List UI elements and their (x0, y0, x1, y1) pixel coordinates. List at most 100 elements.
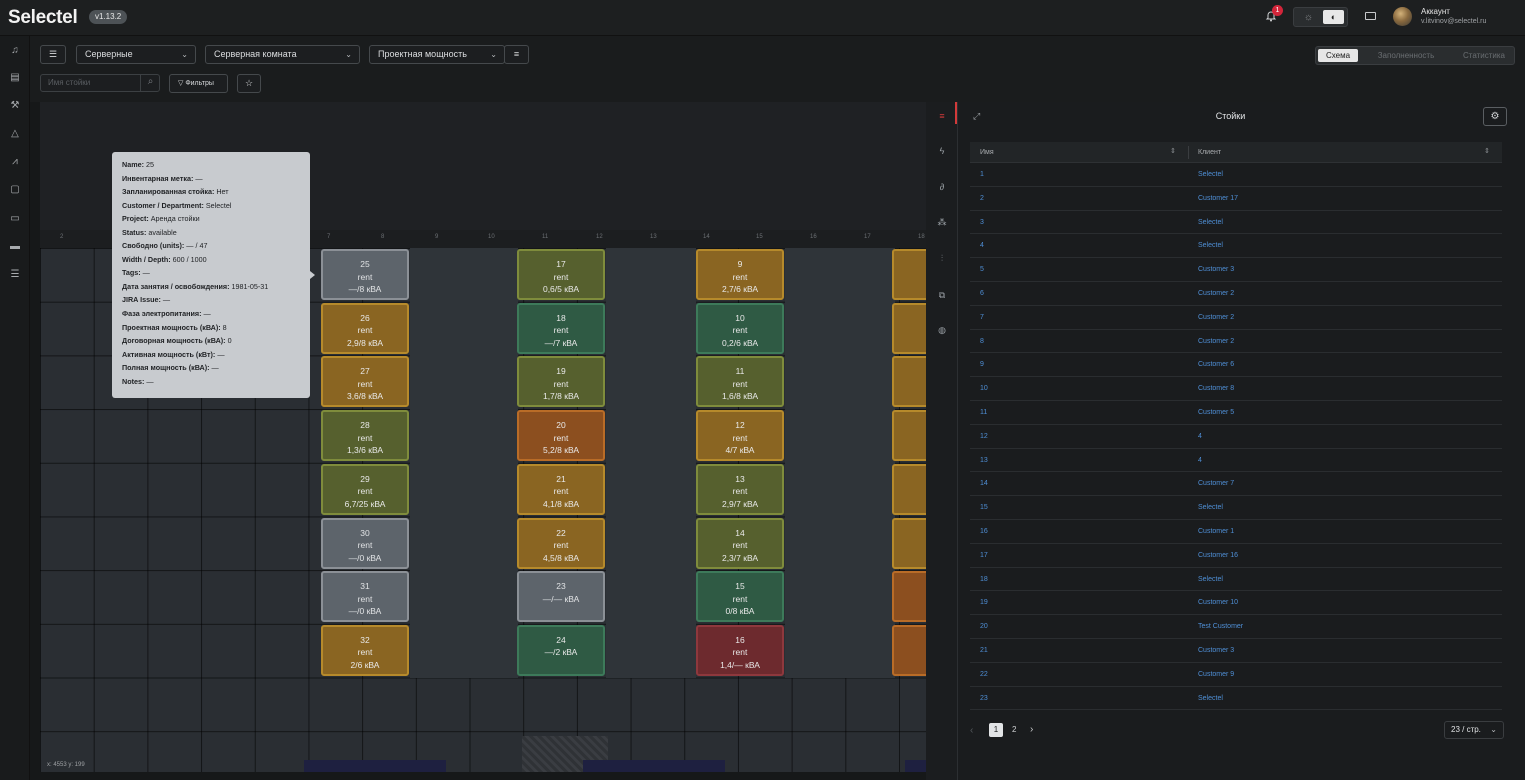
rack-name-link[interactable]: 2 (980, 195, 984, 202)
client-link[interactable]: Selectel (1198, 242, 1223, 249)
map-nav-icon[interactable]: ▤ (9, 72, 21, 84)
rack-25[interactable]: 25 rent —/8 кВА (321, 249, 409, 300)
rack-name-link[interactable]: 3 (980, 219, 984, 226)
table-row[interactable]: 1 Selectel (970, 163, 1502, 187)
rack-11[interactable]: 11 rent 1,6/8 кВА (696, 356, 784, 408)
table-row[interactable]: 14 Customer 7 (970, 472, 1502, 497)
tab-statistics[interactable]: Статистика (1454, 49, 1514, 62)
rack-partial[interactable] (892, 410, 926, 462)
page-1-button[interactable]: 1 (989, 723, 1003, 737)
table-row[interactable]: 2 Customer 17 (970, 187, 1502, 211)
favorite-button[interactable]: ☆ (237, 74, 261, 93)
rack-14[interactable]: 14 rent 2,3/7 кВА (696, 517, 784, 569)
theme-toggle[interactable]: ☼ ◐ (1293, 7, 1348, 27)
avatar[interactable] (1393, 7, 1412, 26)
bolt-tool-icon[interactable]: ϟ (936, 145, 948, 157)
prev-page-icon[interactable]: ‹ (970, 725, 973, 736)
client-link[interactable]: Customer 10 (1198, 599, 1238, 606)
rack-12[interactable]: 12 rent 4/7 кВА (696, 410, 784, 462)
table-row[interactable]: 23 Selectel (970, 687, 1502, 711)
client-link[interactable]: Customer 16 (1198, 552, 1238, 559)
hierarchy-tool-icon[interactable]: ⁂ (936, 216, 948, 228)
rack-name-link[interactable]: 22 (980, 671, 988, 678)
rack-partial[interactable] (892, 249, 926, 300)
rack-26[interactable]: 26 rent 2,9/8 кВА (321, 302, 409, 354)
rack-name-link[interactable]: 23 (980, 695, 988, 702)
client-link[interactable]: Customer 2 (1198, 338, 1234, 345)
page-size-select[interactable]: 23 / стр. ⌄ (1444, 721, 1504, 739)
table-row[interactable]: 15 Selectel (970, 496, 1502, 520)
next-page-icon[interactable]: › (1030, 723, 1033, 737)
rack-name-link[interactable]: 8 (980, 338, 984, 345)
rack-name-link[interactable]: 21 (980, 647, 988, 654)
rack-29[interactable]: 29 rent 6,7/25 кВА (321, 463, 409, 515)
rack-27[interactable]: 27 rent 3,6/8 кВА (321, 356, 409, 408)
rack-partial[interactable] (892, 624, 926, 676)
rack-28[interactable]: 28 rent 1,3/6 кВА (321, 410, 409, 462)
rack-name-link[interactable]: 13 (980, 457, 988, 464)
tab-scheme[interactable]: Схема (1318, 49, 1358, 62)
mail-icon[interactable] (1365, 12, 1376, 20)
rack-name-link[interactable]: 17 (980, 552, 988, 559)
rack-13[interactable]: 13 rent 2,9/7 кВА (696, 463, 784, 515)
rack-23[interactable]: 23 —/— кВА (517, 571, 605, 623)
client-link[interactable]: Customer 2 (1198, 314, 1234, 321)
rack-name-link[interactable]: 14 (980, 480, 988, 487)
rack-partial[interactable] (892, 356, 926, 408)
alert-nav-icon[interactable]: △ (9, 128, 21, 140)
table-row[interactable]: 19 Customer 10 (970, 591, 1502, 616)
rack-16[interactable]: 16 rent 1,4/— кВА (696, 624, 784, 676)
client-link[interactable]: Customer 7 (1198, 480, 1234, 487)
client-link[interactable]: 4 (1198, 433, 1202, 440)
table-row[interactable]: 21 Customer 3 (970, 639, 1502, 663)
app-logo[interactable]: Selectel (8, 7, 78, 29)
bar-chart-tool-icon[interactable]: ⫶ (936, 252, 948, 264)
table-row[interactable]: 20 Test Customer (970, 615, 1502, 639)
room-select[interactable]: Серверная комната ⌄ (205, 45, 360, 64)
column-header-name[interactable]: Имя (980, 149, 994, 156)
table-row[interactable]: 3 Selectel (970, 211, 1502, 235)
tools-nav-icon[interactable]: ⚒ (9, 100, 21, 112)
rack-30[interactable]: 30 rent —/0 кВА (321, 517, 409, 569)
rack-24[interactable]: 24 —/2 кВА (517, 624, 605, 676)
rack-name-link[interactable]: 4 (980, 242, 984, 249)
legend-button[interactable]: ≡ (504, 45, 529, 64)
client-link[interactable]: Selectel (1198, 171, 1223, 178)
rack-partial[interactable] (892, 571, 926, 623)
rack-9[interactable]: 9 rent 2,7/6 кВА (696, 249, 784, 300)
client-link[interactable]: Customer 6 (1198, 361, 1234, 368)
filters-button[interactable]: ▽ Фильтры (169, 74, 228, 93)
client-link[interactable]: 4 (1198, 457, 1202, 464)
rack-partial[interactable] (892, 517, 926, 569)
client-link[interactable]: Selectel (1198, 695, 1223, 702)
rack-name-link[interactable]: 1 (980, 171, 984, 178)
client-link[interactable]: Customer 1 (1198, 528, 1234, 535)
rack-name-link[interactable]: 11 (980, 409, 987, 416)
rack-name-link[interactable]: 20 (980, 623, 988, 630)
settings-tool-icon[interactable]: ◍ (936, 324, 948, 336)
column-header-client[interactable]: Клиент (1198, 149, 1221, 156)
rack-partial[interactable] (892, 302, 926, 354)
sun-icon[interactable]: ☼ (1298, 11, 1319, 24)
client-link[interactable]: Customer 3 (1198, 647, 1234, 654)
client-link[interactable]: Customer 5 (1198, 409, 1234, 416)
table-row[interactable]: 12 4 (970, 425, 1502, 449)
table-row[interactable]: 4 Selectel (970, 234, 1502, 259)
rack-name-link[interactable]: 18 (980, 576, 988, 583)
rack-name-link[interactable]: 7 (980, 314, 984, 321)
rack-21[interactable]: 21 rent 4,1/8 кВА (517, 463, 605, 515)
book-tool-icon[interactable]: ⧉ (936, 289, 948, 301)
client-link[interactable]: Customer 9 (1198, 671, 1234, 678)
tab-occupancy[interactable]: Заполненность (1366, 49, 1446, 62)
rack-17[interactable]: 17 rent 0,6/5 кВА (517, 249, 605, 300)
client-link[interactable]: Selectel (1198, 219, 1223, 226)
rack-name-link[interactable]: 5 (980, 266, 984, 273)
server-nav-icon[interactable]: ▬ (9, 241, 21, 253)
table-row[interactable]: 6 Customer 2 (970, 282, 1502, 306)
rack-19[interactable]: 19 rent 1,7/8 кВА (517, 356, 605, 408)
client-link[interactable]: Customer 2 (1198, 290, 1234, 297)
rack-name-link[interactable]: 9 (980, 361, 984, 368)
client-link[interactable]: Test Customer (1198, 623, 1243, 630)
table-row[interactable]: 7 Customer 2 (970, 306, 1502, 330)
table-row[interactable]: 5 Customer 3 (970, 258, 1502, 282)
